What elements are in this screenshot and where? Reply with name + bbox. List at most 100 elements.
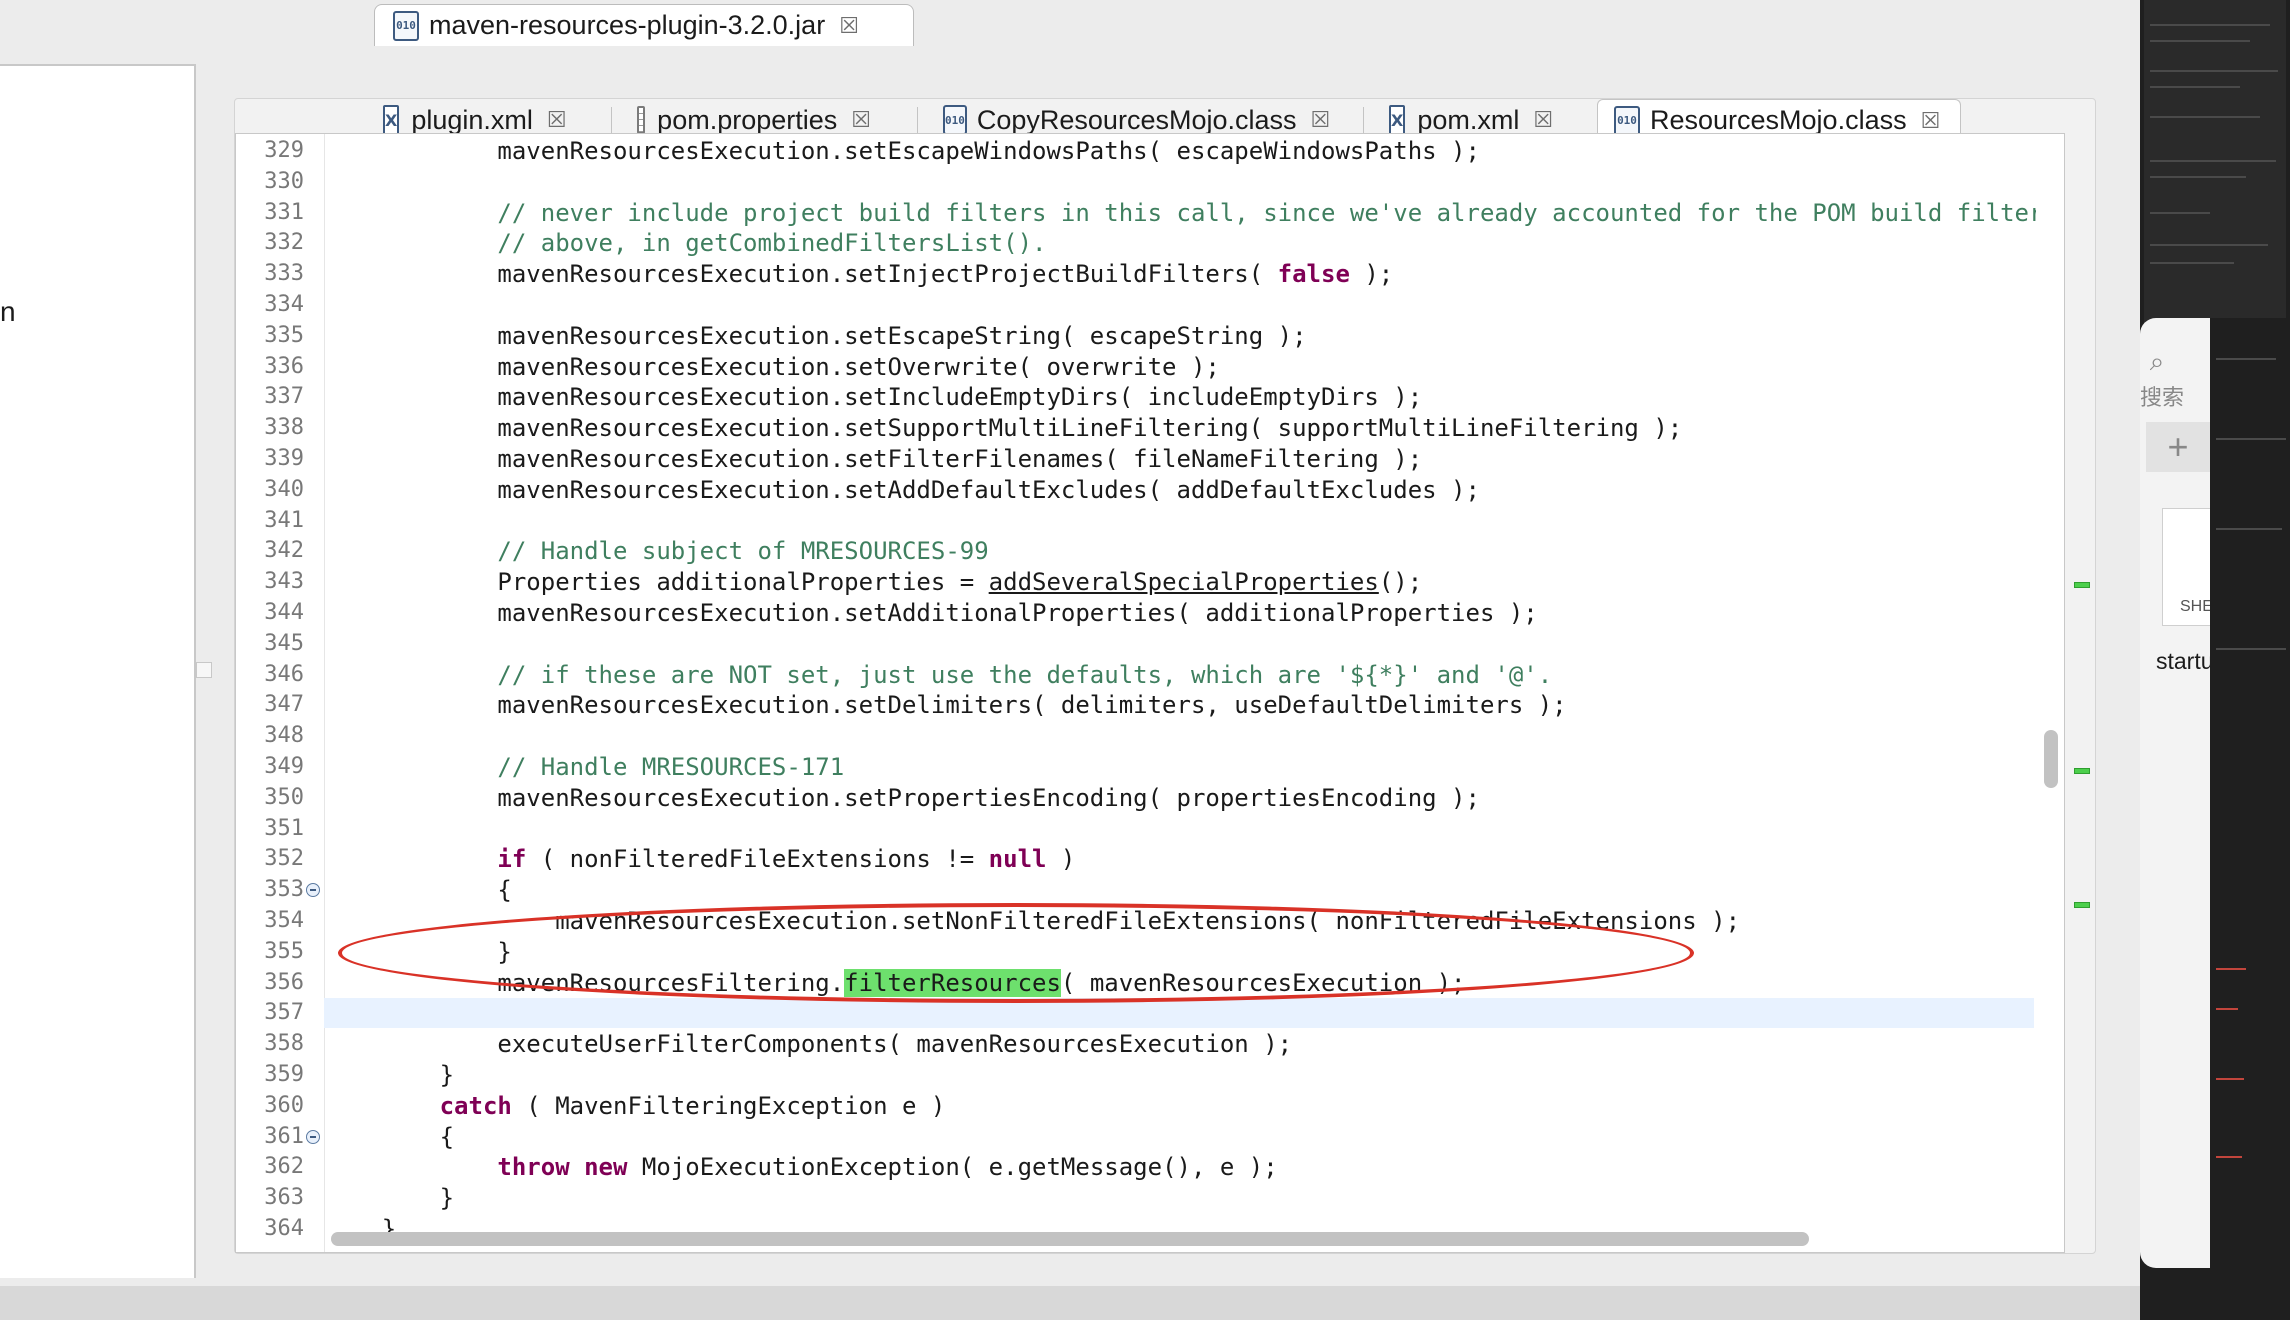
code-line[interactable]: } (324, 1060, 2034, 1090)
code-token: mavenResourcesExecution.setInjectProject… (324, 260, 1278, 289)
keyword-token: new (584, 1153, 628, 1182)
text-line (2216, 528, 2282, 530)
window-bottom-edge (0, 1286, 2140, 1320)
code-line[interactable]: mavenResourcesExecution.setEscapeWindows… (324, 136, 2034, 166)
line-number: 359 (264, 1062, 304, 1087)
overview-ruler (2066, 132, 2096, 1252)
text-line (2150, 24, 2270, 26)
close-icon[interactable]: ☒ (547, 107, 567, 133)
code-line[interactable]: Properties additionalProperties = addSev… (324, 567, 2034, 597)
code-line[interactable]: mavenResourcesExecution.setOverwrite( ov… (324, 352, 2034, 382)
code-token: ( MavenFilteringException e ) (511, 1091, 946, 1120)
code-token: { (324, 876, 512, 905)
code-line[interactable]: // above, in getCombinedFiltersList(). (324, 228, 2034, 258)
code-line[interactable] (324, 814, 2034, 844)
outer-tab-jar[interactable]: 010 maven-resources-plugin-3.2.0.jar ☒ (374, 4, 914, 46)
code-line[interactable]: mavenResourcesExecution.setFilterFilenam… (324, 444, 2034, 474)
occurrence-marker[interactable] (2074, 582, 2090, 588)
highlighted-occurrence: filterResources (844, 968, 1061, 997)
code-line[interactable]: catch ( MavenFilteringException e ) (324, 1091, 2034, 1121)
code-token: executeUserFilterComponents( mavenResour… (324, 1030, 1293, 1059)
close-icon[interactable]: ☒ (839, 13, 859, 39)
occurrence-marker[interactable] (2074, 768, 2090, 774)
file-label[interactable]: startu (2156, 648, 2210, 675)
keyword-token: catch (439, 1091, 512, 1120)
red-text-mark (2216, 1008, 2238, 1010)
line-number: 331 (264, 199, 304, 225)
vertical-scrollbar[interactable] (2036, 134, 2064, 1252)
sash[interactable] (196, 64, 234, 1278)
class-file-icon: 010 (393, 10, 419, 41)
tab-separator (917, 107, 918, 135)
code-line[interactable] (324, 998, 2034, 1029)
code-line[interactable]: } (324, 937, 2034, 967)
side-drawer: ⌕ 搜索 + SHE startu (2140, 318, 2210, 1268)
code-line[interactable]: } (324, 1183, 2034, 1213)
code-line[interactable]: mavenResourcesExecution.setAdditionalPro… (324, 598, 2034, 628)
code-line[interactable] (324, 721, 2034, 751)
code-line[interactable]: throw new MojoExecutionException( e.getM… (324, 1152, 2034, 1182)
search-label[interactable]: 搜索 (2140, 380, 2184, 412)
line-number: 346 (264, 661, 304, 687)
line-number: 329 (264, 138, 304, 163)
line-number: 347 (264, 692, 304, 718)
code-line[interactable]: if ( nonFilteredFileExtensions != null ) (324, 844, 2034, 874)
code-line[interactable]: // Handle subject of MRESOURCES-99 (324, 536, 2034, 566)
method-reference: addSeveralSpecialProperties (988, 568, 1379, 597)
close-icon[interactable]: ☒ (1533, 107, 1553, 133)
code-line[interactable]: { (324, 1122, 2034, 1152)
code-line[interactable]: mavenResourcesExecution.setNonFilteredFi… (324, 906, 2034, 936)
thumbnail-label: SHE (2180, 598, 2210, 615)
code-token: mavenResourcesExecution.setOverwrite( ov… (324, 352, 1220, 381)
code-line[interactable]: // if these are NOT set, just use the de… (324, 660, 2034, 690)
code-line[interactable]: mavenResourcesExecution.setDelimiters( d… (324, 690, 2034, 720)
close-icon[interactable]: ☒ (851, 107, 871, 133)
text-line (2216, 438, 2286, 440)
code-line[interactable]: mavenResourcesExecution.setEscapeString(… (324, 321, 2034, 351)
close-icon[interactable]: ☒ (1311, 107, 1331, 133)
code-line[interactable]: mavenResourcesExecution.setIncludeEmptyD… (324, 382, 2034, 412)
code-line[interactable]: // Handle MRESOURCES-171 (324, 752, 2034, 782)
fold-toggle-icon[interactable] (306, 883, 320, 898)
line-number: 332 (264, 230, 304, 256)
line-number: 357 (264, 1000, 304, 1026)
add-button[interactable]: + (2146, 422, 2210, 472)
text-line (2216, 648, 2286, 650)
sash-handle[interactable] (196, 662, 212, 678)
tab-label: CopyResourcesMojo.class (976, 104, 1297, 135)
code-line[interactable]: mavenResourcesExecution.setAddDefaultExc… (324, 475, 2034, 505)
line-number: 360 (264, 1092, 304, 1118)
outer-tab-bar: 010 maven-resources-plugin-3.2.0.jar ☒ (0, 0, 2140, 46)
code-line[interactable] (324, 290, 2034, 320)
search-icon[interactable]: ⌕ (2142, 346, 2172, 376)
line-number: 334 (264, 292, 304, 317)
code-line[interactable]: mavenResourcesExecution.setInjectProject… (324, 259, 2034, 289)
code-line[interactable]: mavenResourcesExecution.setSupportMultiL… (324, 413, 2034, 443)
code-line[interactable]: mavenResourcesExecution.setPropertiesEnc… (324, 783, 2034, 813)
line-number: 333 (264, 261, 304, 287)
vertical-scroll-thumb[interactable] (2044, 730, 2058, 788)
code-line[interactable] (324, 506, 2034, 536)
horizontal-scroll-thumb[interactable] (331, 1232, 1809, 1246)
tab-separator (611, 107, 612, 135)
fold-toggle-icon[interactable] (306, 1129, 320, 1144)
line-number: 335 (264, 322, 304, 348)
code-line[interactable]: // never include project build filters i… (324, 198, 2058, 228)
code-line[interactable] (324, 629, 2034, 659)
occurrence-marker[interactable] (2074, 902, 2090, 908)
line-number: 342 (264, 538, 304, 564)
close-icon[interactable]: ☒ (1921, 108, 1941, 134)
code-token: ( nonFilteredFileExtensions != (526, 845, 989, 874)
code-line[interactable]: mavenResourcesFiltering.filterResources(… (324, 968, 2034, 998)
code-line[interactable] (324, 167, 2034, 197)
code-line[interactable]: executeUserFilterComponents( mavenResour… (324, 1029, 2034, 1059)
tab-label: pom.properties (657, 104, 838, 135)
code-line[interactable]: { (324, 875, 2034, 905)
line-number: 330 (264, 168, 304, 194)
text-line (2150, 262, 2234, 264)
code-editor[interactable]: 329 330 331 332 333 334 335 336 337 338 339 340 341 3… (235, 133, 2065, 1253)
